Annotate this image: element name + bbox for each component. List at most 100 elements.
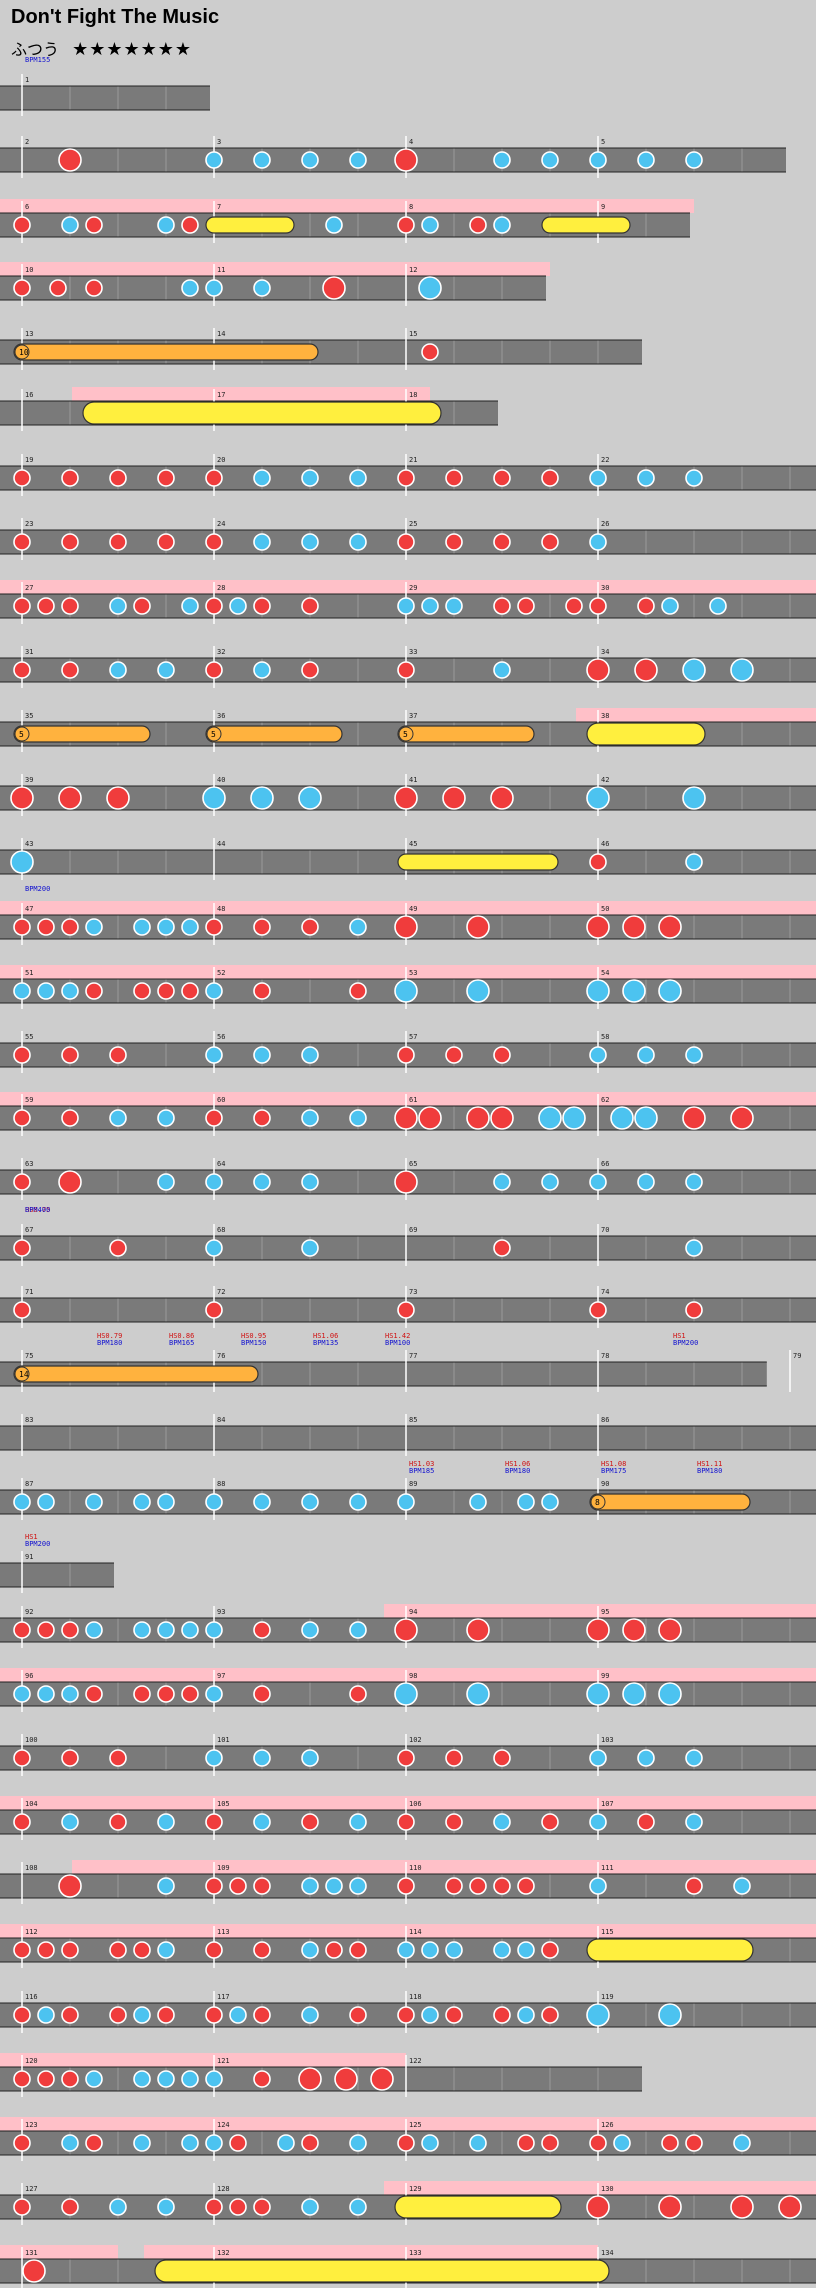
measure-number: 94 — [409, 1608, 417, 1616]
measure-number: 4 — [409, 138, 413, 146]
don-note — [445, 1749, 463, 1767]
don-note — [61, 1941, 79, 1959]
ka-note — [589, 1877, 607, 1895]
big-don-note — [622, 915, 646, 939]
measure-number: 59 — [25, 1096, 33, 1104]
ka-note — [37, 1493, 55, 1511]
big-don-note — [394, 786, 418, 810]
don-note — [13, 1239, 31, 1257]
ka-note — [37, 1685, 55, 1703]
don-note — [37, 597, 55, 615]
ka-note — [301, 1046, 319, 1064]
measure-number: 10 — [25, 266, 33, 274]
measure-number: 110 — [409, 1864, 422, 1872]
ka-note — [61, 982, 79, 1000]
ka-note — [349, 1109, 367, 1127]
don-note — [85, 1685, 103, 1703]
don-note — [469, 216, 487, 234]
drumroll-note — [154, 2259, 610, 2283]
don-note — [13, 216, 31, 234]
measure-number: 36 — [217, 712, 225, 720]
don-note — [37, 2070, 55, 2088]
big-ka-note — [634, 1106, 658, 1130]
ka-note — [301, 469, 319, 487]
measure-number: 39 — [25, 776, 33, 784]
measure-number: 1 — [25, 76, 29, 84]
don-note — [61, 597, 79, 615]
ka-note — [205, 151, 223, 169]
measure-number: 58 — [601, 1033, 609, 1041]
don-note — [205, 661, 223, 679]
don-note — [493, 597, 511, 615]
measure-number: 84 — [217, 1416, 225, 1424]
don-note — [565, 597, 583, 615]
measure-number: 32 — [217, 648, 225, 656]
ka-note — [349, 2198, 367, 2216]
ka-note — [709, 597, 727, 615]
don-note — [229, 2134, 247, 2152]
gogo-bar — [72, 1860, 816, 1874]
ka-note — [685, 469, 703, 487]
don-note — [445, 2006, 463, 2024]
measure-number: 23 — [25, 520, 33, 528]
big-don-note — [394, 1106, 418, 1130]
measure-number: 128 — [217, 2185, 230, 2193]
ka-note — [493, 1173, 511, 1191]
ka-note — [157, 1109, 175, 1127]
don-note — [157, 469, 175, 487]
ka-note — [61, 1813, 79, 1831]
tempo-mark: BPM180 — [97, 1339, 122, 1347]
measure-number: 102 — [409, 1736, 422, 1744]
ka-note — [85, 1493, 103, 1511]
ka-note — [589, 1813, 607, 1831]
measure-number: 83 — [25, 1416, 33, 1424]
big-don-note — [334, 2067, 358, 2091]
big-ka-note — [10, 850, 34, 874]
gogo-bar — [0, 965, 816, 979]
measure-number: 133 — [409, 2249, 422, 2257]
balloon-count: 14 — [19, 1370, 29, 1379]
don-note — [253, 2006, 271, 2024]
ka-note — [349, 533, 367, 551]
ka-note — [85, 1621, 103, 1639]
don-note — [397, 2134, 415, 2152]
don-note — [397, 1877, 415, 1895]
ka-note — [637, 1749, 655, 1767]
tempo-mark: BPM180 — [505, 1467, 530, 1475]
ka-note — [205, 1239, 223, 1257]
gogo-bar — [0, 901, 816, 915]
ka-note — [253, 1173, 271, 1191]
measure-number: 71 — [25, 1288, 33, 1296]
ka-note — [325, 1877, 343, 1895]
don-note — [469, 1877, 487, 1895]
don-note — [61, 2070, 79, 2088]
tempo-mark: BPM175 — [601, 1467, 626, 1475]
balloon-count: 5 — [19, 730, 24, 739]
measure-number: 25 — [409, 520, 417, 528]
measure-number: 130 — [601, 2185, 614, 2193]
measure-number: 34 — [601, 648, 609, 656]
ka-note — [685, 853, 703, 871]
big-don-note — [106, 786, 130, 810]
ka-note — [61, 216, 79, 234]
balloon-note — [13, 725, 151, 743]
balloon-note — [13, 1365, 259, 1383]
measure-number: 14 — [217, 330, 225, 338]
don-note — [181, 1685, 199, 1703]
tempo-mark: BPM155 — [25, 56, 50, 64]
don-note — [205, 2198, 223, 2216]
don-note — [157, 533, 175, 551]
big-don-note — [10, 786, 34, 810]
big-ka-note — [538, 1106, 562, 1130]
ka-note — [253, 533, 271, 551]
ka-note — [181, 1621, 199, 1639]
big-ka-note — [466, 979, 490, 1003]
measure-number: 19 — [25, 456, 33, 464]
big-don-note — [394, 148, 418, 172]
don-note — [205, 469, 223, 487]
ka-note — [133, 918, 151, 936]
don-note — [421, 343, 439, 361]
don-note — [157, 982, 175, 1000]
don-note — [253, 1109, 271, 1127]
don-note — [13, 2070, 31, 2088]
